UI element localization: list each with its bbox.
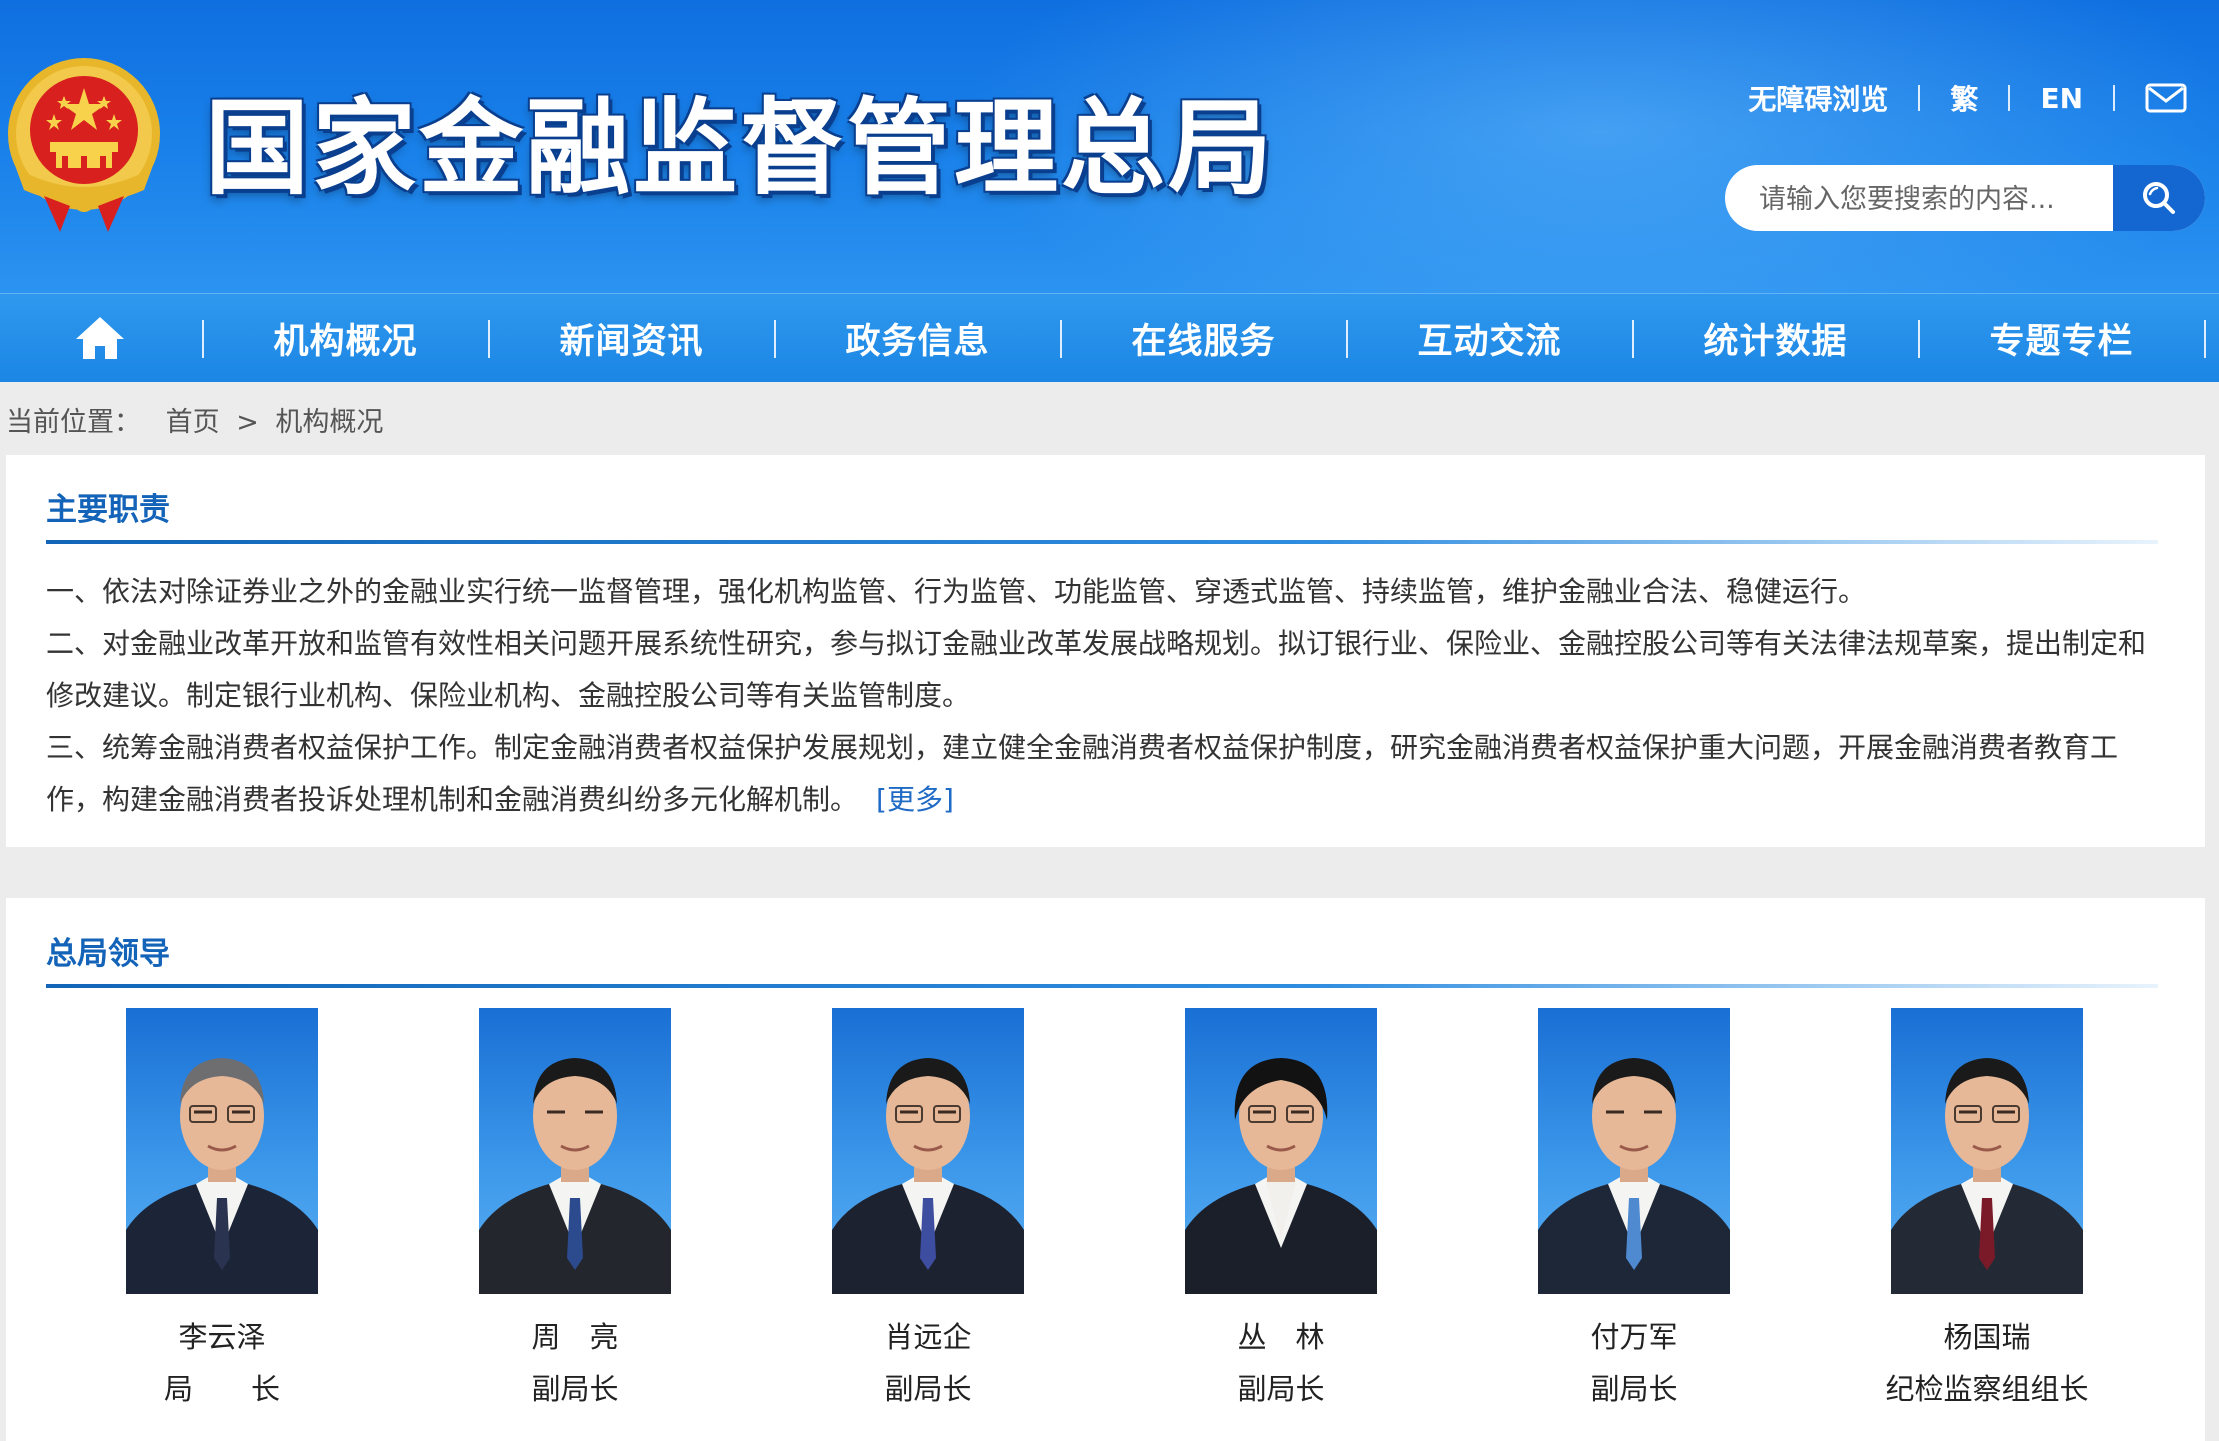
leader-name[interactable]: 杨国瑞 bbox=[1851, 1318, 2123, 1356]
leader-photo[interactable] bbox=[832, 1008, 1024, 1294]
nav-item-online-services[interactable]: 在线服务 bbox=[1061, 294, 1346, 382]
duty-item: 一、依法对除证券业之外的金融业实行统一监督管理，强化机构监管、行为监管、功能监管… bbox=[46, 575, 1867, 608]
leader-card[interactable]: 肖远企 副局长 bbox=[832, 1008, 1024, 1408]
leader-name[interactable]: 付万军 bbox=[1538, 1318, 1730, 1356]
duty-item: 二、对金融业改革开放和监管有效性相关问题开展系统性研究，参与拟订金融业改革发展战… bbox=[46, 627, 2147, 712]
nav-item-special-topics[interactable]: 专题专栏 bbox=[1919, 294, 2204, 382]
nav-item-statistics[interactable]: 统计数据 bbox=[1633, 294, 1918, 382]
portrait-image bbox=[1538, 1058, 1730, 1294]
breadcrumb-prefix: 当前位置： bbox=[6, 407, 141, 438]
leader-name[interactable]: 肖远企 bbox=[832, 1318, 1024, 1356]
leader-title: 副局长 bbox=[884, 1372, 972, 1406]
portrait-image bbox=[126, 1058, 318, 1294]
leader-card[interactable]: 杨国瑞 纪检监察组组长 bbox=[1885, 1008, 2089, 1408]
section-divider bbox=[46, 540, 2158, 544]
nav-item-org-overview[interactable]: 机构概况 bbox=[203, 294, 488, 382]
leader-photo[interactable] bbox=[1891, 1008, 2083, 1294]
search-box bbox=[1725, 165, 2205, 231]
main-nav: 机构概况 新闻资讯 政务信息 在线服务 互动交流 统计数据 专题专栏 bbox=[0, 293, 2219, 382]
leader-card[interactable]: 付万军 副局长 bbox=[1538, 1008, 1730, 1408]
portrait-image bbox=[832, 1058, 1024, 1294]
nav-item-news[interactable]: 新闻资讯 bbox=[489, 294, 774, 382]
leader-name[interactable]: 李云泽 bbox=[126, 1318, 318, 1356]
site-title[interactable]: 国家金融监督管理总局 bbox=[205, 88, 1275, 208]
site-header: 国家金融监督管理总局 无障碍浏览 繁 EN bbox=[0, 0, 2219, 293]
nav-divider bbox=[2204, 320, 2206, 358]
leader-name[interactable]: 丛 林 bbox=[1185, 1318, 1377, 1356]
breadcrumb-current[interactable]: 机构概况 bbox=[275, 407, 383, 438]
leader-card[interactable]: 周 亮 副局长 bbox=[479, 1008, 671, 1408]
leader-title: 副局长 bbox=[1237, 1372, 1325, 1406]
breadcrumb-home-link[interactable]: 首页 bbox=[166, 407, 220, 438]
leader-photo[interactable] bbox=[1185, 1008, 1377, 1294]
traditional-chinese-link[interactable]: 繁 bbox=[1950, 78, 1978, 118]
duty-item: 三、统筹金融消费者权益保护工作。制定金融消费者权益保护发展规划，建立健全金融消费… bbox=[46, 722, 2156, 826]
more-link[interactable]: [更多] bbox=[876, 783, 954, 816]
english-link[interactable]: EN bbox=[2040, 82, 2083, 115]
duty-item-text: 三、统筹金融消费者权益保护工作。制定金融消费者权益保护发展规划，建立健全金融消费… bbox=[46, 731, 2119, 816]
section-divider bbox=[46, 984, 2158, 988]
leaders-section-title[interactable]: 总局领导 bbox=[46, 928, 170, 973]
divider bbox=[1918, 85, 1921, 111]
nav-item-government-info[interactable]: 政务信息 bbox=[775, 294, 1060, 382]
duties-text: 一、依法对除证券业之外的金融业实行统一监督管理，强化机构监管、行为监管、功能监管… bbox=[46, 566, 2156, 826]
duties-section-title[interactable]: 主要职责 bbox=[46, 484, 170, 529]
nav-home[interactable] bbox=[40, 294, 160, 382]
leader-photo[interactable] bbox=[126, 1008, 318, 1294]
search-input[interactable] bbox=[1725, 165, 2141, 231]
search-button[interactable] bbox=[2113, 165, 2205, 231]
breadcrumb: 当前位置： 首页 > 机构概况 bbox=[6, 400, 383, 439]
leader-photo[interactable] bbox=[1538, 1008, 1730, 1294]
mail-icon[interactable] bbox=[2145, 83, 2187, 113]
leader-name[interactable]: 周 亮 bbox=[479, 1318, 671, 1356]
divider bbox=[2113, 85, 2115, 111]
breadcrumb-separator: > bbox=[236, 407, 259, 438]
leader-title: 局 长 bbox=[163, 1372, 280, 1406]
portrait-image bbox=[1891, 1058, 2083, 1294]
accessibility-link[interactable]: 无障碍浏览 bbox=[1748, 78, 1888, 118]
nav-item-interaction[interactable]: 互动交流 bbox=[1347, 294, 1632, 382]
portrait-image bbox=[1185, 1058, 1377, 1294]
home-icon bbox=[76, 317, 124, 359]
leaders-panel bbox=[6, 898, 2205, 1441]
leader-photo[interactable] bbox=[479, 1008, 671, 1294]
leader-title: 纪检监察组组长 bbox=[1885, 1372, 2089, 1406]
portrait-image bbox=[479, 1058, 671, 1294]
top-links: 无障碍浏览 繁 EN bbox=[1748, 78, 2187, 118]
leader-card[interactable]: 丛 林 副局长 bbox=[1185, 1008, 1377, 1408]
search-icon bbox=[2143, 182, 2175, 214]
leader-card[interactable]: 李云泽 局 长 bbox=[126, 1008, 318, 1408]
leader-title: 副局长 bbox=[1590, 1372, 1678, 1406]
leader-title: 副局长 bbox=[531, 1372, 619, 1406]
divider bbox=[2008, 85, 2011, 111]
national-emblem-icon[interactable] bbox=[4, 56, 164, 232]
